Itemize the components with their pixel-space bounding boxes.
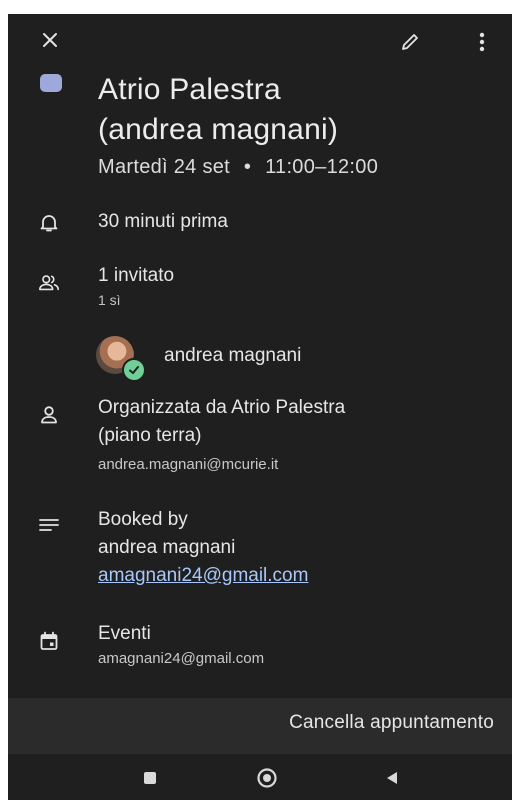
organizer-line1: Organizzata da Atrio Palestra	[98, 397, 346, 418]
home-button[interactable]	[253, 764, 281, 792]
event-color-chip	[40, 74, 62, 92]
notification-text: 30 minuti prima	[98, 211, 228, 232]
datetime-separator: •	[243, 156, 252, 178]
notes-icon	[39, 519, 59, 531]
description-line1: Booked by	[98, 509, 188, 530]
event-time: 11:00–12:00	[265, 156, 379, 178]
close-icon	[43, 33, 57, 47]
event-title-line1: Atrio Palestra	[98, 73, 281, 106]
bottom-action-bar: Cancella appuntamento	[8, 698, 512, 754]
square-icon	[144, 772, 156, 784]
calendar-name: Eventi	[98, 623, 151, 644]
event-date: Martedì 24 set	[98, 156, 231, 178]
accepted-badge	[122, 358, 146, 382]
event-datetime: Martedì 24 set • 11:00–12:00	[98, 156, 502, 179]
top-toolbar	[8, 14, 512, 70]
more-options-button[interactable]	[466, 26, 498, 58]
event-detail-screen: Atrio Palestra (andrea magnani) Martedì …	[8, 14, 512, 800]
guest-responses: 1 sì	[98, 292, 121, 308]
bell-icon	[40, 215, 58, 232]
person-icon	[41, 406, 57, 424]
circle-icon	[257, 768, 277, 788]
calendar-account: amagnani24@gmail.com	[98, 650, 265, 667]
guest-name: andrea magnani	[164, 345, 302, 366]
cancel-appointment-button[interactable]: Cancella appuntamento	[289, 712, 494, 734]
back-button[interactable]	[378, 764, 406, 792]
check-icon	[129, 366, 139, 374]
edit-button[interactable]	[394, 26, 426, 58]
more-vert-icon	[479, 32, 485, 52]
organizer-email: andrea.magnani@mcurie.it	[98, 456, 279, 473]
event-title-line2: (andrea magnani)	[98, 113, 339, 146]
people-icon	[39, 275, 59, 291]
calendar-icon	[40, 631, 58, 650]
description-email-link[interactable]: amagnani24@gmail.com	[98, 562, 502, 590]
system-navigation-bar	[8, 754, 512, 800]
recents-button[interactable]	[136, 764, 164, 792]
organizer-line2: (piano terra)	[98, 425, 202, 446]
guest-count: 1 invitato	[98, 265, 175, 286]
close-button[interactable]	[36, 26, 64, 54]
edit-pencil-icon	[402, 34, 418, 50]
description-line2: andrea magnani	[98, 537, 236, 558]
triangle-back-icon	[387, 772, 397, 784]
